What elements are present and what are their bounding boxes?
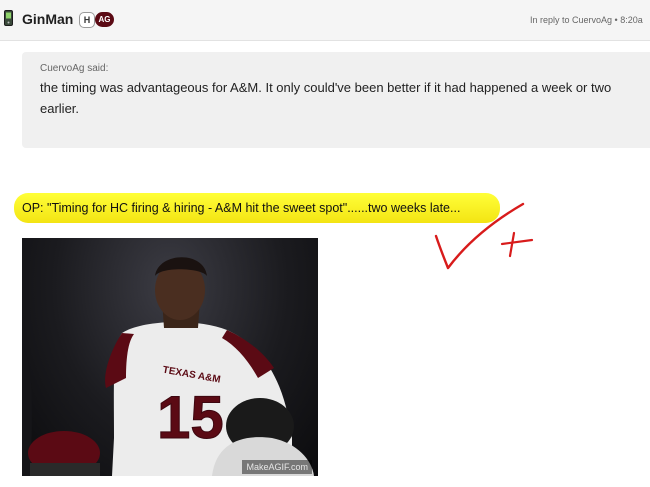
quote-text: the timing was advantageous for A&M. It … (40, 80, 612, 116)
embedded-gif[interactable]: 15 TEXAS A&M MakeAGIF.com (22, 238, 318, 476)
username-link[interactable]: GinMan (22, 11, 73, 27)
phone-icon (4, 10, 13, 26)
gif-scene: 15 TEXAS A&M (22, 257, 314, 476)
hall-badge: H (79, 12, 95, 28)
gif-watermark: MakeAGIF.com (242, 460, 312, 474)
checkmark-annotation (434, 202, 534, 270)
jersey-number: 15 (157, 384, 224, 451)
quote-block: CuervoAg said: the timing was advantageo… (22, 52, 650, 148)
quote-author[interactable]: CuervoAg said: (40, 63, 108, 74)
post-header: GinMan H AG In reply to CuervoAg • 8:20a (0, 0, 650, 41)
ag-badge: AG (95, 12, 114, 27)
reply-to-link[interactable]: In reply to CuervoAg • 8:20a (530, 15, 643, 25)
post-body-text: OP: "Timing for HC firing & hiring - A&M… (22, 201, 461, 215)
